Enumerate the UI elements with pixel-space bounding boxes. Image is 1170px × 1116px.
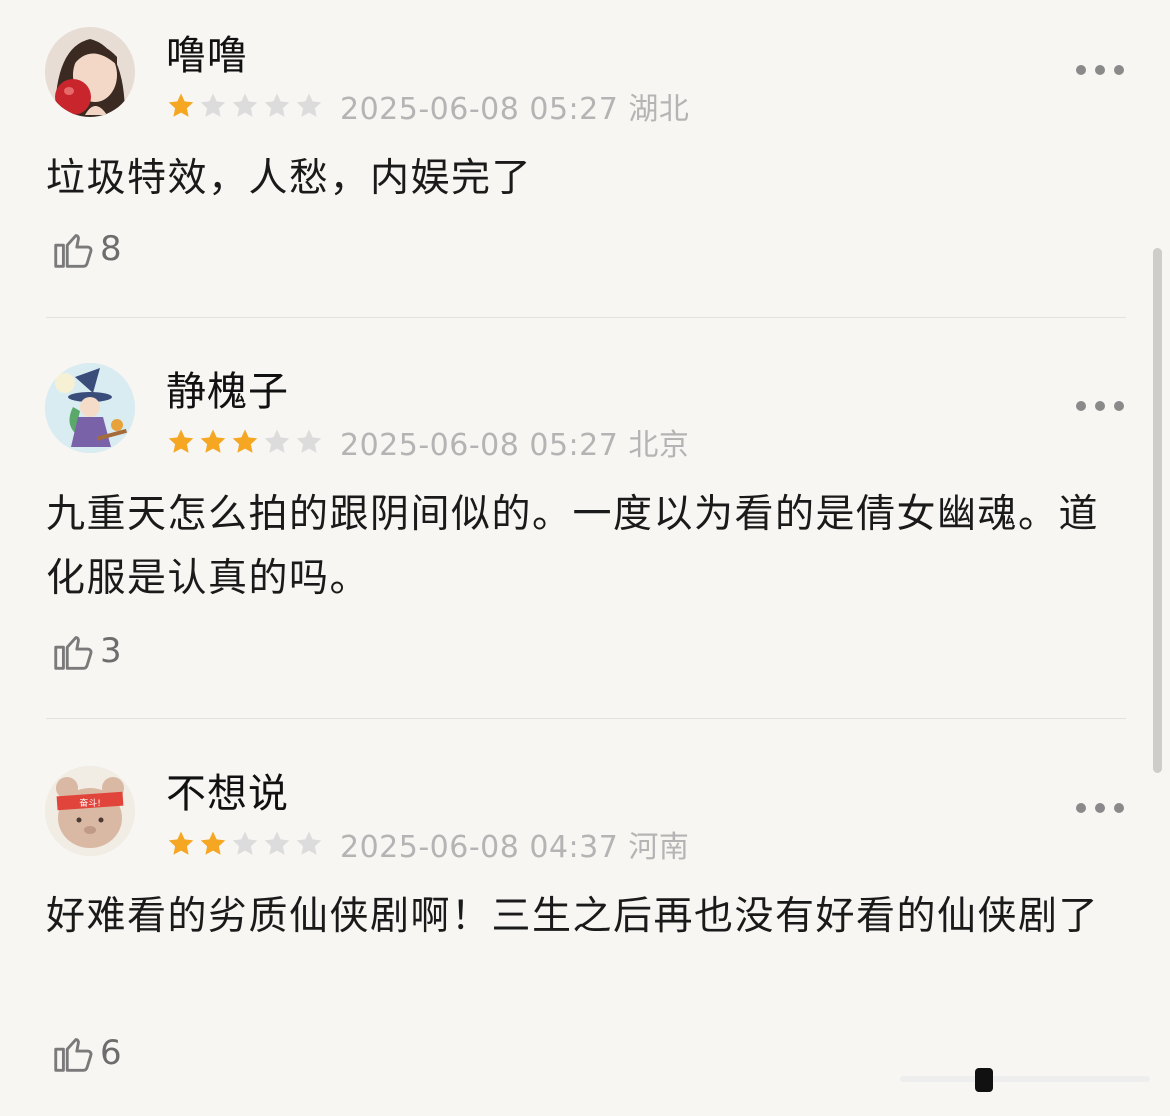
star-filled-icon [232,429,258,453]
avatar[interactable] [45,27,135,117]
like-button[interactable]: 3 [50,627,122,675]
thumbs-up-icon [54,1038,93,1072]
like-button[interactable]: 6 [50,1029,122,1077]
timestamp-location: 2025-06-08 04:37 河南 [340,830,690,865]
star-empty-icon [296,831,322,855]
star-rating [166,829,324,859]
star-empty-icon [264,93,290,117]
witch-avatar-image [45,363,135,453]
username[interactable]: 噜噜 [166,32,248,80]
star-empty-icon [296,93,322,117]
like-button[interactable]: 8 [50,225,122,273]
divider [46,718,1126,719]
avatar[interactable]: 奋斗! [45,766,135,856]
avatar[interactable] [45,363,135,453]
like-count: 8 [100,229,122,269]
rating-meta: 2025-06-08 05:27 北京 [166,424,689,463]
star-filled-icon [168,429,194,453]
like-count: 3 [100,631,122,671]
rating-meta: 2025-06-08 05:27 湖北 [166,88,689,127]
star-filled-icon [168,831,194,855]
star-rating [166,427,324,457]
star-empty-icon [264,831,290,855]
divider [46,317,1126,318]
comment-text: 垃圾特效，人愁，内娱完了 [46,156,533,201]
comment-text: 九重天怎么拍的跟阴间似的。一度以为看的是倩女幽魂。道化服是认真的吗。 [46,492,1100,601]
timestamp-location: 2025-06-08 05:27 北京 [340,428,690,463]
star-empty-icon [264,429,290,453]
comment-text: 好难看的劣质仙侠剧啊！三生之后再也没有好看的仙侠剧了 [46,894,1100,939]
rating-meta: 2025-06-08 04:37 河南 [166,826,689,865]
more-dots-icon[interactable] [1076,803,1124,815]
thumbs-up-icon [54,636,93,670]
star-filled-icon [168,93,194,117]
username[interactable]: 不想说 [166,770,289,818]
star-empty-icon [200,93,226,117]
scrollbar[interactable] [1153,248,1162,773]
girl-avatar-image [45,27,135,117]
username[interactable]: 静槐子 [166,368,289,416]
home-indicator [900,1068,1150,1092]
like-count: 6 [100,1033,122,1073]
star-rating [166,91,324,121]
star-filled-icon [200,831,226,855]
thumbs-up-icon [54,234,93,268]
timestamp-location: 2025-06-08 05:27 湖北 [340,92,690,127]
more-dots-icon[interactable] [1076,65,1124,77]
star-filled-icon [200,429,226,453]
more-dots-icon[interactable] [1076,401,1124,413]
avatar-badge-text: 奋斗! [79,797,101,809]
bear-avatar-image: 奋斗! [45,766,135,856]
star-empty-icon [232,93,258,117]
star-empty-icon [232,831,258,855]
star-empty-icon [296,429,322,453]
